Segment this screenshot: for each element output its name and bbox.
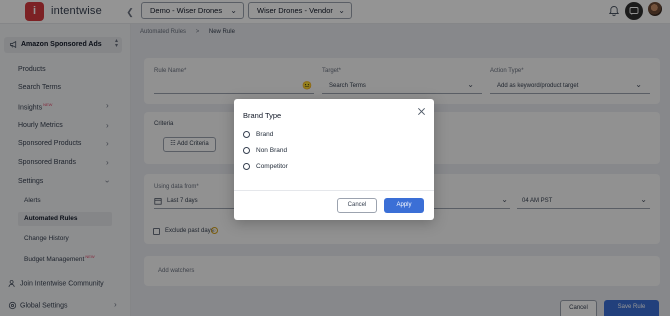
close-icon[interactable]	[417, 107, 426, 116]
radio-circle[interactable]	[243, 147, 250, 154]
radio-label: Competitor	[256, 163, 288, 170]
cancel-button[interactable]: Cancel	[337, 198, 377, 213]
modal-divider	[234, 190, 434, 191]
radio-circle[interactable]	[243, 163, 250, 170]
modal-title: Brand Type	[243, 111, 282, 120]
brand-type-modal: Brand Type Brand Non Brand Competitor Ca…	[234, 99, 434, 220]
radio-circle[interactable]	[243, 131, 250, 138]
apply-button[interactable]: Apply	[384, 198, 424, 213]
radio-label: Brand	[256, 131, 274, 138]
radio-label: Non Brand	[256, 147, 288, 154]
